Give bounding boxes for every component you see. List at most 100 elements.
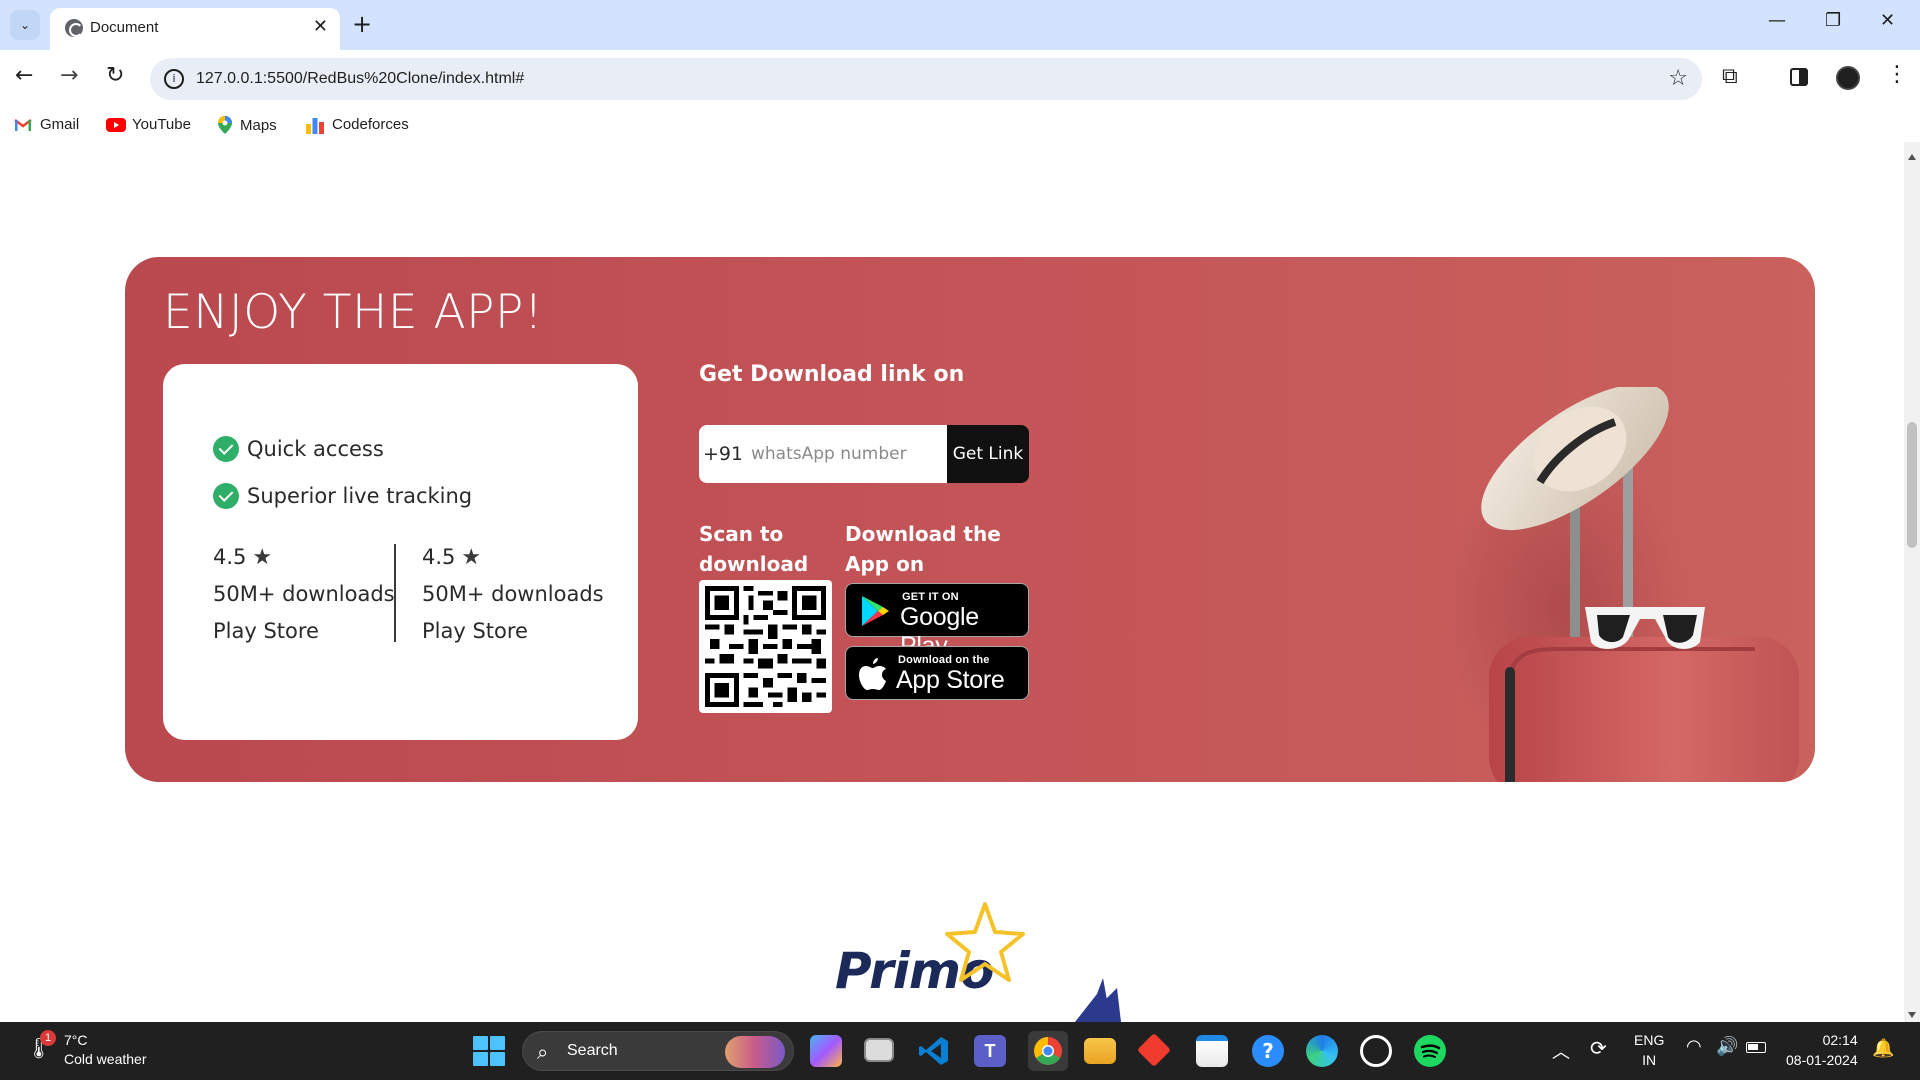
site-info-icon[interactable]: i — [164, 69, 184, 89]
anydesk-icon[interactable] — [1137, 1033, 1171, 1067]
rating-store: Play Store — [422, 619, 528, 643]
battery-icon[interactable] — [1746, 1042, 1766, 1053]
chrome-icon — [1034, 1037, 1062, 1065]
rating-downloads: 50M+ downloads — [422, 582, 604, 606]
clock-date: 08-01-2024 — [1786, 1052, 1858, 1068]
rating-value: 4.5 — [422, 545, 456, 569]
phone-input-group: +91 Get Link — [699, 425, 1029, 483]
bookmark-label: YouTube — [132, 116, 191, 133]
edge-icon[interactable] — [1306, 1035, 1338, 1067]
rating-value: 4.5 — [213, 545, 247, 569]
scroll-up-arrow-icon[interactable] — [1908, 154, 1916, 160]
system-clock[interactable]: 02:14 08-01-2024 — [1786, 1030, 1858, 1070]
profile-avatar[interactable] — [1836, 66, 1860, 90]
side-panel-icon[interactable] — [1790, 68, 1808, 86]
google-play-button[interactable]: GET IT ON Google Play — [845, 583, 1029, 660]
address-bar[interactable]: i 127.0.0.1:5500/RedBus%20Clone/index.ht… — [150, 58, 1702, 100]
rating-block: 4.5 ★ 50M+ downloads Play Store — [213, 539, 395, 650]
google-play-small-text: GET IT ON — [902, 591, 959, 603]
app-store-button[interactable]: Download on the App Store — [845, 646, 1029, 700]
feature-label: Superior live tracking — [247, 484, 473, 508]
scroll-down-arrow-icon[interactable] — [1908, 1012, 1916, 1018]
maps-icon — [218, 116, 232, 134]
sync-icon[interactable]: ⟳ — [1590, 1036, 1607, 1060]
wifi-icon[interactable]: ◠ — [1686, 1036, 1702, 1057]
new-tab-button[interactable]: + — [352, 10, 372, 38]
globe-icon — [65, 19, 83, 37]
bookmarks-bar: Gmail YouTube Maps Codeforces — [0, 108, 1920, 142]
notification-bell-icon[interactable]: 🔔 — [1872, 1038, 1894, 1059]
rating-store: Play Store — [213, 619, 319, 643]
region-code: IN — [1642, 1052, 1657, 1068]
volume-icon[interactable]: 🔊 — [1716, 1036, 1738, 1057]
whatsapp-number-input[interactable] — [741, 425, 947, 483]
restore-button[interactable]: ❐ — [1825, 10, 1841, 31]
vscode-icon[interactable] — [918, 1035, 950, 1067]
search-highlight-image — [725, 1036, 785, 1068]
bookmark-maps[interactable]: Maps — [218, 116, 277, 134]
weather-description: Cold weather — [64, 1051, 147, 1067]
tab-document[interactable]: Document ✕ — [50, 8, 340, 50]
gmail-icon — [14, 118, 32, 132]
search-icon: ⌕ — [537, 1040, 549, 1064]
bookmark-youtube[interactable]: YouTube — [106, 116, 191, 133]
rating-score: 4.5 ★ — [213, 539, 395, 576]
taskbar-search-box[interactable]: ⌕ Search — [522, 1031, 794, 1071]
extensions-icon[interactable]: ⧉ — [1722, 64, 1738, 89]
copilot-icon[interactable] — [810, 1035, 842, 1067]
back-button[interactable]: ← — [15, 63, 33, 88]
rating-downloads: 50M+ downloads — [213, 582, 395, 606]
input-language-indicator[interactable]: ENG IN — [1634, 1030, 1664, 1070]
chrome-taskbar-slot[interactable] — [1028, 1031, 1068, 1071]
teams-icon[interactable]: T — [974, 1035, 1006, 1067]
tab-title: Document — [90, 19, 159, 36]
app-store-big-text: App Store — [896, 666, 1005, 694]
navigation-bar: ← → ↻ i 127.0.0.1:5500/RedBus%20Clone/in… — [0, 50, 1920, 108]
scroll-thumb[interactable] — [1907, 422, 1917, 548]
codeforces-icon — [306, 117, 324, 134]
minimize-button[interactable]: — — [1768, 10, 1786, 31]
bookmark-label: Gmail — [40, 116, 80, 133]
country-code: +91 — [699, 425, 743, 483]
banner-title: ENJOY THE APP! — [163, 285, 544, 340]
app-download-banner: ENJOY THE APP! Quick access Superior liv… — [125, 257, 1815, 782]
bookmark-codeforces[interactable]: Codeforces — [306, 116, 409, 134]
qr-code — [699, 580, 832, 713]
reload-button[interactable]: ↻ — [106, 63, 124, 88]
features-card: Quick access Superior live tracking 4.5 … — [163, 364, 638, 740]
weather-temperature: 7°C — [64, 1032, 88, 1048]
whatsapp-icon[interactable] — [1360, 1035, 1392, 1067]
menu-icon[interactable]: ⋮ — [1886, 62, 1908, 87]
google-play-icon — [862, 596, 889, 626]
bookmark-gmail[interactable]: Gmail — [14, 116, 79, 133]
clock-time: 02:14 — [1822, 1032, 1858, 1048]
close-tab-icon[interactable]: ✕ — [313, 16, 328, 37]
windows-taskbar: 🌡 1 7°C Cold weather ⌕ Search T ? ︿ ⟳ EN… — [0, 1022, 1920, 1080]
youtube-icon — [106, 117, 126, 132]
task-view-icon[interactable] — [864, 1038, 894, 1062]
taskbar-search-label: Search — [567, 1042, 618, 1059]
help-icon[interactable]: ? — [1252, 1035, 1284, 1067]
file-explorer-icon[interactable] — [1084, 1038, 1116, 1064]
rating-divider — [394, 544, 396, 642]
show-hidden-icons-chevron-icon[interactable]: ︿ — [1552, 1038, 1570, 1064]
windows-start-button[interactable] — [473, 1036, 505, 1066]
feature-label: Quick access — [247, 437, 384, 461]
download-link-heading: Get Download link on — [699, 362, 965, 387]
bookmark-star-icon[interactable]: ☆ — [1668, 66, 1688, 91]
url-text[interactable]: 127.0.0.1:5500/RedBus%20Clone/index.html… — [196, 70, 524, 88]
close-window-button[interactable]: ✕ — [1880, 10, 1895, 31]
ms-store-icon[interactable] — [1196, 1035, 1228, 1067]
apple-icon — [859, 658, 886, 690]
rating-block: 4.5 ★ 50M+ downloads Play Store — [422, 539, 604, 650]
forward-button[interactable]: → — [60, 63, 78, 88]
spotify-icon[interactable] — [1414, 1035, 1446, 1067]
get-link-button[interactable]: Get Link — [947, 425, 1029, 483]
page-viewport: ENJOY THE APP! Quick access Superior liv… — [0, 142, 1904, 1022]
check-icon — [213, 483, 239, 509]
rating-score: 4.5 ★ — [422, 539, 604, 576]
bookmark-label: Maps — [240, 116, 277, 134]
vertical-scrollbar[interactable] — [1904, 142, 1920, 1022]
tab-search-button[interactable]: ⌄ — [10, 10, 40, 40]
primo-logo: Primo — [835, 900, 1165, 1022]
